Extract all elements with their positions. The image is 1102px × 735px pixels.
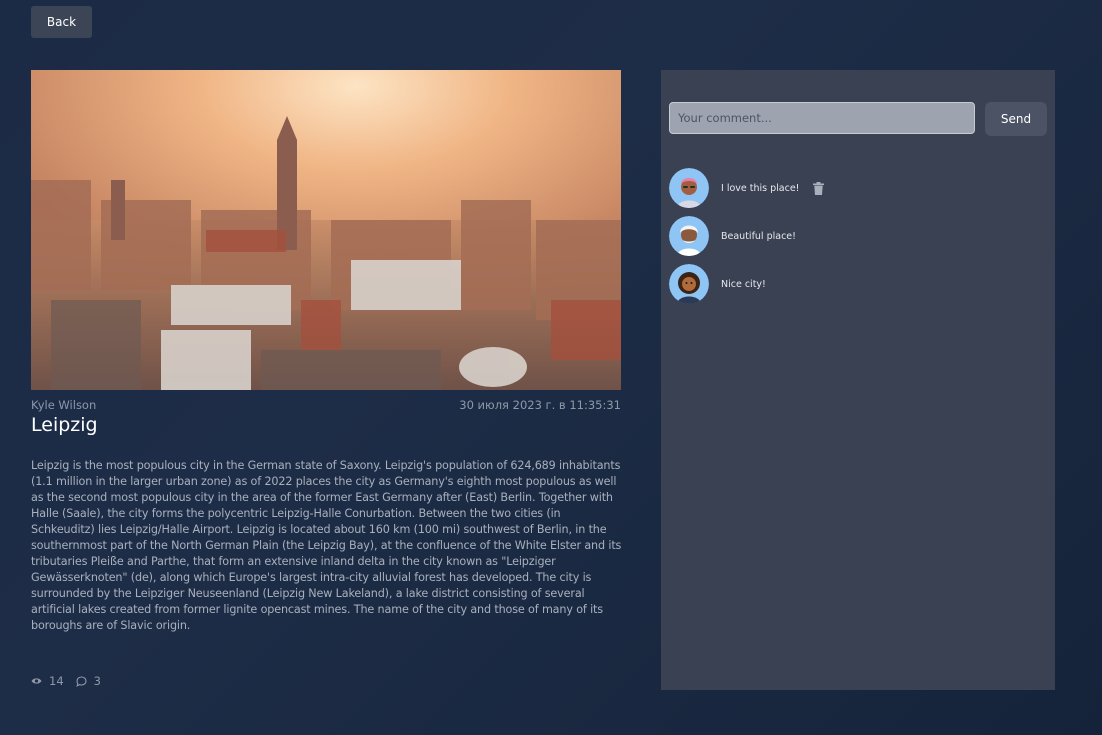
comment-text: Nice city! (721, 278, 766, 290)
avatar (669, 216, 709, 256)
comment-list: I love this place! Beautiful place! Nice… (669, 168, 1049, 312)
delete-comment-button[interactable] (813, 181, 825, 195)
comment-text: I love this place! (721, 182, 800, 194)
avatar (669, 168, 709, 208)
views-stat: 14 (31, 674, 64, 688)
post-title: Leipzig (31, 414, 98, 436)
comment-item: Beautiful place! (669, 216, 1049, 256)
comment-text: Beautiful place! (721, 230, 796, 242)
comments-count: 3 (93, 674, 101, 688)
avatar (669, 264, 709, 304)
speech-bubble-icon (75, 675, 87, 687)
comment-item: Nice city! (669, 264, 1049, 304)
comments-stat: 3 (75, 674, 101, 688)
post-description: Leipzig is the most populous city in the… (31, 459, 622, 632)
post-author: Kyle Wilson (31, 398, 97, 412)
comments-panel: Send I love this place! (661, 70, 1055, 690)
back-button[interactable]: Back (31, 6, 92, 38)
eye-icon (31, 678, 42, 684)
post-date: 30 июля 2023 г. в 11:35:31 (459, 398, 621, 412)
comment-item: I love this place! (669, 168, 1049, 208)
post-stats: 14 3 (31, 674, 113, 688)
city-photo (31, 70, 621, 390)
comment-input[interactable] (669, 102, 975, 134)
views-count: 14 (49, 674, 64, 688)
trash-icon (813, 181, 825, 195)
send-button[interactable]: Send (985, 102, 1047, 136)
